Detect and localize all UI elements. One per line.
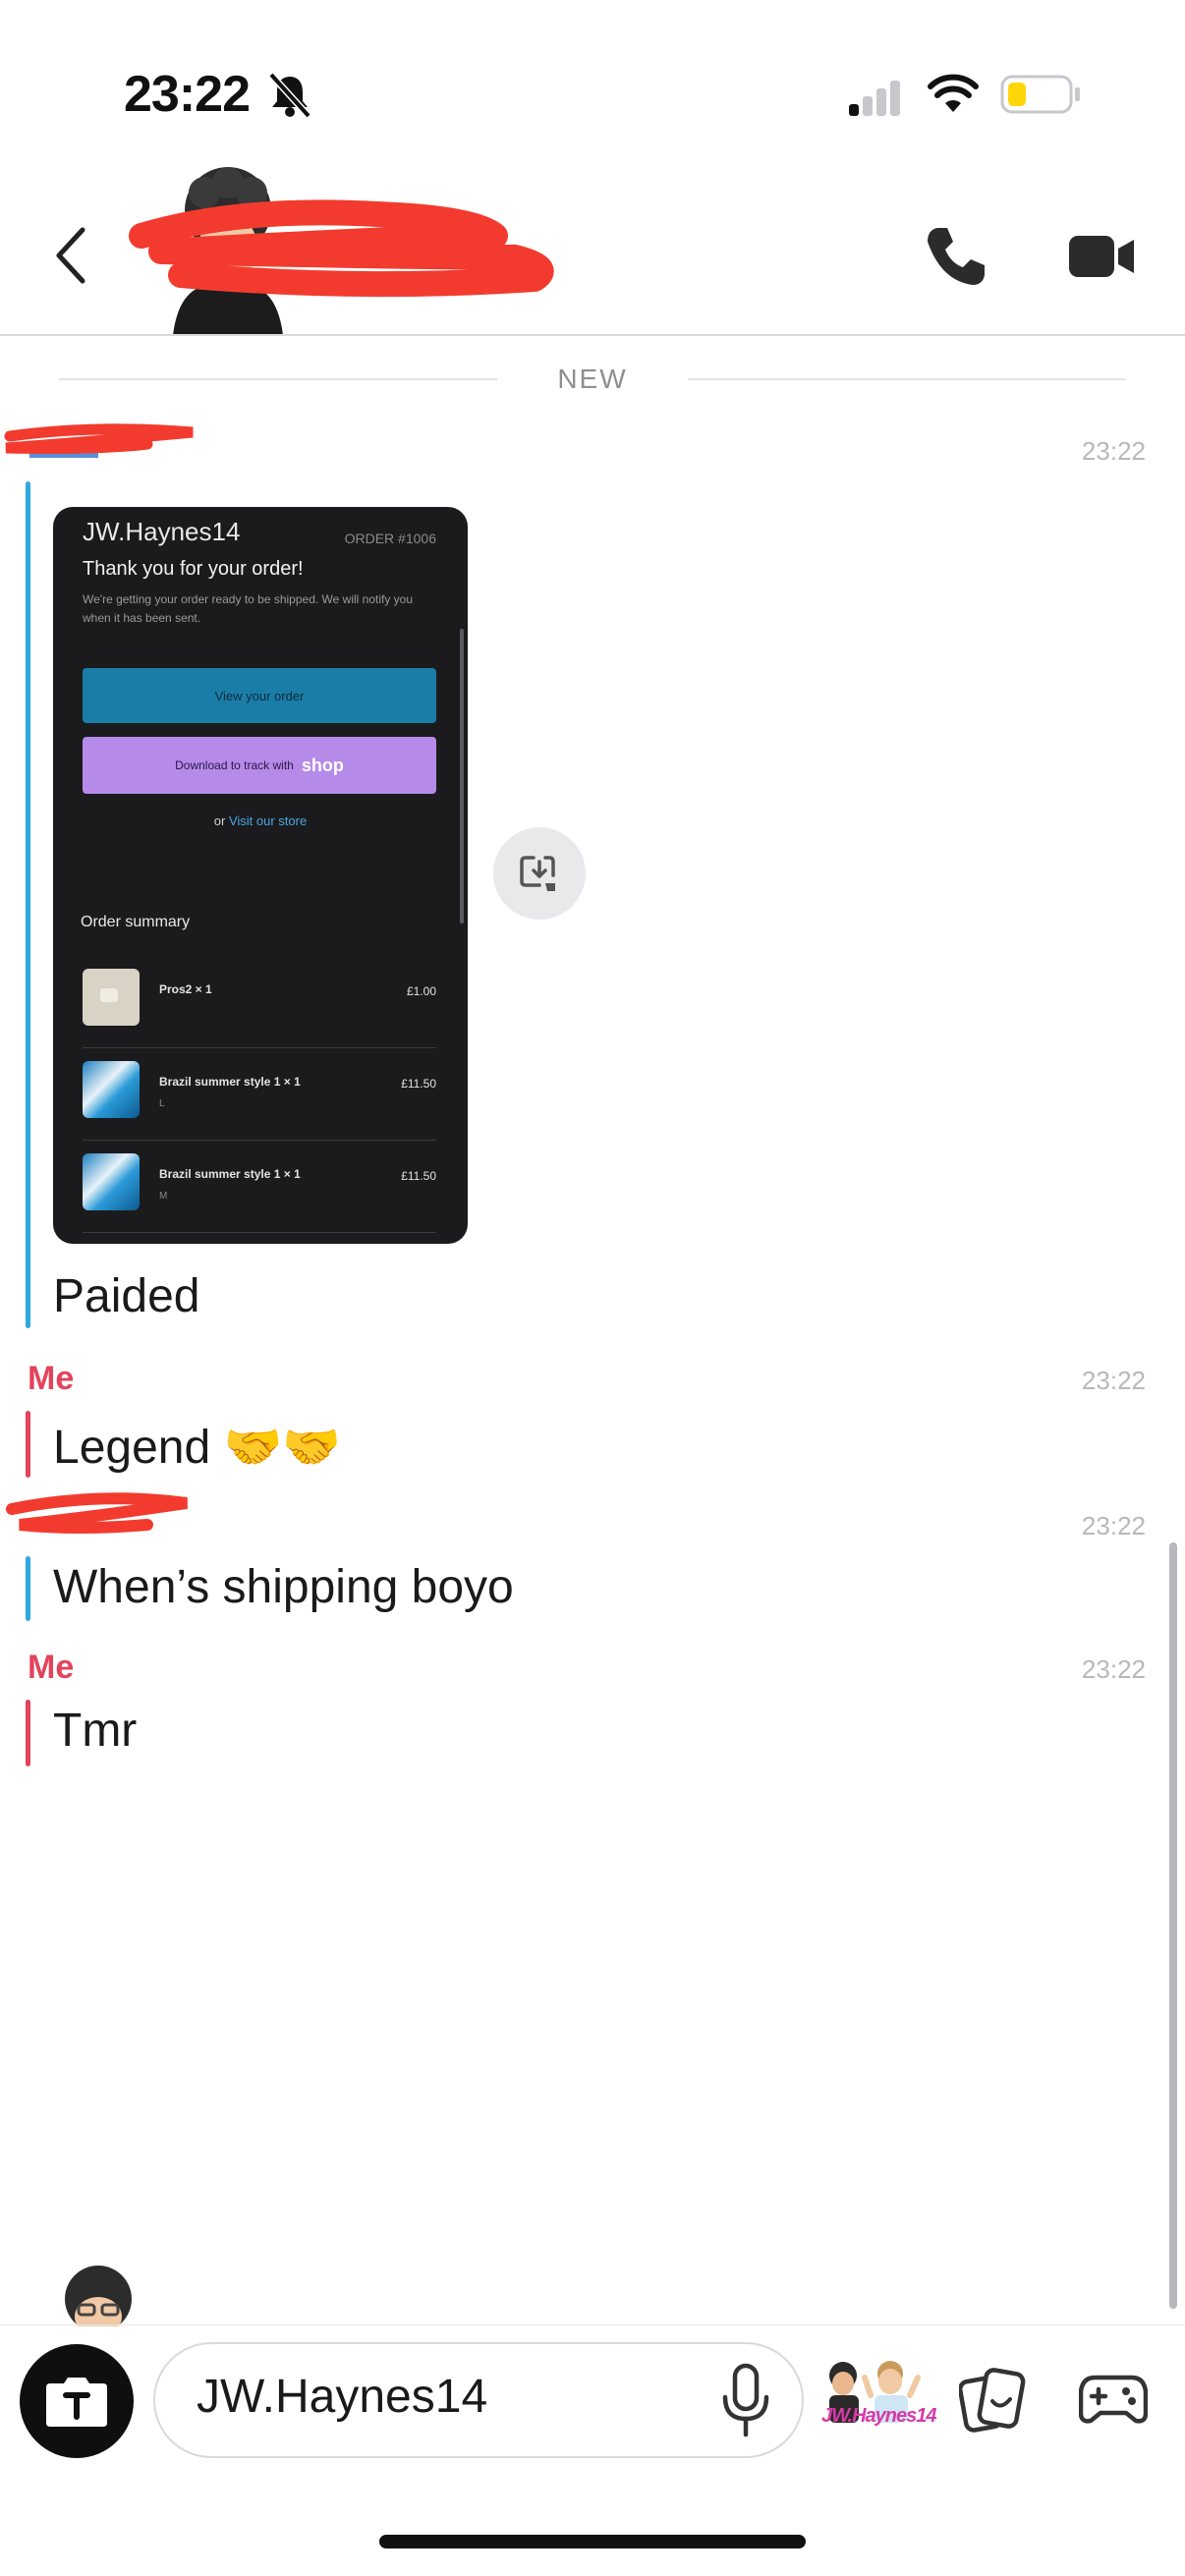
bell-muted-icon (268, 72, 311, 119)
battery-low-icon (1000, 75, 1080, 114)
item-price: £1.00 (406, 984, 436, 998)
new-divider-line (59, 378, 497, 380)
games-controller-icon[interactable] (1079, 2370, 1148, 2429)
shop-brand: shop (301, 755, 344, 775)
item-price: £11.50 (401, 1169, 436, 1183)
item-name: Pros2 × 1 (159, 982, 212, 996)
header-divider (0, 334, 1185, 336)
message-timestamp: 23:22 (1081, 436, 1146, 466)
track-with-shop-button: Download to track with shop (83, 737, 436, 794)
receipt-order-number: ORDER #1006 (344, 531, 436, 546)
order-item: Brazil summer style 1 × 1 M £11.50 (83, 1140, 436, 1233)
item-variant: M (159, 1191, 168, 1202)
receipt-thanks: Thank you for your order! (83, 558, 304, 580)
redaction-scribble (129, 199, 554, 298)
order-item: Brazil summer style 1 × 1 L £11.50 (83, 1047, 436, 1141)
item-variant: L (159, 1098, 165, 1109)
order-screenshot-snap[interactable]: JW.Haynes14 ORDER #1006 Thank you for yo… (53, 507, 468, 1244)
friend-message-bar (26, 1556, 30, 1621)
friend-typing-avatar (65, 2266, 132, 2326)
friend-message-bar (26, 481, 30, 1328)
bitmoji-label: JW.Haynes14 (821, 2405, 936, 2427)
product-thumbnail (83, 969, 140, 1026)
message-timestamp: 23:22 (1081, 1366, 1146, 1395)
order-item: Pros2 × 1 £1.00 (83, 955, 436, 1048)
message-timestamp: 23:22 (1081, 1654, 1146, 1684)
sender-label-me: Me (28, 1360, 75, 1397)
camera-button[interactable] (20, 2344, 134, 2458)
item-price: £11.50 (401, 1077, 436, 1091)
phone-call-icon[interactable] (924, 224, 988, 289)
receipt-shop-name: JW.Haynes14 (83, 517, 241, 546)
product-thumbnail (83, 1061, 140, 1118)
receipt-subtitle: We're getting your order ready to be shi… (83, 592, 414, 625)
me-message-bar (26, 1700, 30, 1766)
back-chevron-icon[interactable] (51, 224, 90, 287)
redacted-sender-name (4, 423, 194, 458)
status-time: 23:22 (124, 66, 251, 123)
me-message-bar (26, 1411, 30, 1478)
video-call-icon[interactable] (1069, 232, 1136, 281)
new-messages-label: NEW (557, 364, 628, 394)
receipt-scrollbar (460, 629, 464, 924)
item-name: Brazil summer style 1 × 1 (159, 1075, 301, 1089)
microphone-icon[interactable] (717, 2362, 774, 2440)
order-summary-title: Order summary (81, 914, 191, 930)
camera-icon (46, 2378, 107, 2427)
message-text: Legend 🤝🤝 (53, 1422, 342, 1474)
track-prefix: Download to track with (175, 758, 294, 772)
chat-scrollbar[interactable] (1169, 1542, 1177, 2309)
view-order-button: View your order (83, 668, 436, 723)
wifi-icon (928, 74, 979, 112)
sender-label-me: Me (28, 1649, 75, 1686)
new-divider-line (688, 378, 1126, 380)
home-indicator[interactable] (379, 2535, 806, 2548)
save-to-chat-icon (520, 856, 555, 891)
visit-prefix: or (213, 813, 226, 828)
message-text: Paided (53, 1270, 200, 1322)
visit-store-line: or Visit our store (53, 813, 468, 828)
cellular-signal-icon (845, 77, 904, 116)
item-name: Brazil summer style 1 × 1 (159, 1167, 301, 1181)
message-text: When’s shipping boyo (53, 1561, 514, 1613)
message-timestamp: 23:22 (1081, 1511, 1146, 1540)
product-thumbnail (83, 1153, 140, 1210)
redacted-sender-name (6, 1492, 188, 1534)
stickers-icon[interactable] (959, 2366, 1026, 2435)
visit-store-link: Visit our store (228, 813, 308, 828)
composer-divider (0, 2324, 1185, 2325)
save-snap-button[interactable] (493, 827, 586, 920)
message-text: Tmr (53, 1705, 138, 1757)
chat-input-text[interactable]: JW.Haynes14 (197, 2370, 487, 2424)
